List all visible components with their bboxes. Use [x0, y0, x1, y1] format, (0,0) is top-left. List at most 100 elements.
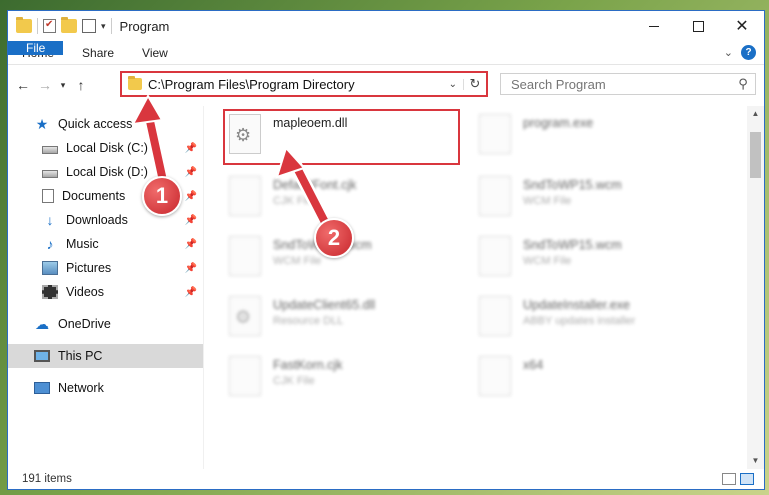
- file-item[interactable]: FastKorn.cjk CJK File: [229, 356, 342, 396]
- file-icon: [479, 176, 511, 216]
- expand-ribbon-icon[interactable]: ⌄: [724, 46, 733, 59]
- file-type: WCM File: [523, 195, 572, 207]
- sidebar-item-label: This PC: [58, 349, 103, 363]
- tab-file[interactable]: File: [8, 41, 64, 55]
- vertical-scrollbar[interactable]: ▲ ▼: [747, 106, 764, 469]
- help-icon[interactable]: ?: [741, 45, 756, 60]
- folder-item-x64[interactable]: x64: [479, 356, 543, 396]
- scroll-thumb[interactable]: [750, 132, 761, 178]
- network-icon: [34, 382, 50, 394]
- main-content: ★ Quick access Local Disk (C:) 📌 Local D…: [8, 106, 764, 469]
- sidebar-item-music[interactable]: ♪ Music 📌: [8, 232, 203, 256]
- new-folder-icon[interactable]: [61, 17, 77, 33]
- scroll-up-icon[interactable]: ▲: [747, 106, 764, 122]
- sidebar-item-local-disk-c[interactable]: Local Disk (C:) 📌: [8, 136, 203, 160]
- sidebar-item-network[interactable]: Network: [8, 376, 203, 400]
- large-icons-view-icon[interactable]: [740, 473, 754, 485]
- ribbon-tabs: File Home Share View ⌄ ?: [8, 41, 764, 65]
- file-type: WCM File: [523, 255, 572, 267]
- file-item[interactable]: UpdateClient65.dll Resource DLL: [229, 296, 375, 336]
- view-switcher: [722, 473, 754, 485]
- pictures-icon: [42, 261, 58, 275]
- file-item-mapleoem[interactable]: mapleoem.dll: [229, 114, 347, 154]
- maximize-button[interactable]: [676, 11, 720, 41]
- pin-icon[interactable]: 📌: [185, 239, 197, 250]
- sidebar-item-label: Pictures: [66, 261, 112, 275]
- sidebar-item-this-pc[interactable]: This PC: [8, 344, 203, 368]
- forward-button[interactable]: →: [34, 77, 56, 93]
- sidebar-item-label: Local Disk (D:): [66, 165, 148, 179]
- close-button[interactable]: ✕: [720, 11, 764, 41]
- customize-icon[interactable]: [82, 19, 96, 33]
- sidebar-item-label: Network: [58, 381, 104, 395]
- tab-share[interactable]: Share: [68, 41, 128, 64]
- details-view-icon[interactable]: [722, 473, 736, 485]
- sidebar-item-label: Local Disk (C:): [66, 141, 148, 155]
- documents-icon: [42, 189, 54, 203]
- step-1-badge: 1: [142, 176, 182, 216]
- title-bar: ▾ Program ✕: [8, 11, 764, 41]
- up-button[interactable]: ↑: [70, 77, 92, 93]
- file-icon: [229, 176, 261, 216]
- recent-locations-icon[interactable]: ▾: [56, 80, 70, 91]
- scroll-down-icon[interactable]: ▼: [747, 453, 764, 469]
- file-type: WCM File: [273, 255, 322, 267]
- refresh-icon[interactable]: ↻: [464, 76, 486, 92]
- file-name: program.exe: [523, 116, 594, 130]
- sidebar-item-onedrive[interactable]: ☁ OneDrive: [8, 312, 203, 336]
- address-path[interactable]: C:\Program Files\Program Directory: [148, 77, 443, 92]
- tab-view[interactable]: View: [128, 41, 182, 64]
- sidebar-item-label: Documents: [62, 189, 126, 203]
- divider: [37, 18, 38, 34]
- file-name: UpdateClient65.dll: [273, 298, 376, 312]
- installer-icon: [479, 296, 511, 336]
- file-icon: [229, 236, 261, 276]
- pin-icon[interactable]: 📌: [185, 263, 197, 274]
- file-item-program-exe[interactable]: program.exe: [479, 114, 593, 154]
- pin-icon[interactable]: 📌: [185, 215, 197, 226]
- search-icon[interactable]: ⚲: [731, 76, 755, 92]
- file-item[interactable]: SndToWP15.wcm WCM File: [479, 176, 622, 216]
- folder-icon: [16, 17, 32, 33]
- pin-icon[interactable]: 📌: [185, 167, 197, 178]
- file-name: UpdateInstaller.exe: [523, 298, 631, 312]
- file-item[interactable]: UpdateInstaller.exe ABBY updates install…: [479, 296, 635, 336]
- pin-icon[interactable]: 📌: [185, 287, 197, 298]
- file-item[interactable]: DefaultFont.cjk CJK File: [229, 176, 356, 216]
- disk-icon: [42, 170, 58, 178]
- file-type: CJK File: [273, 375, 315, 387]
- sidebar-item-quick-access[interactable]: ★ Quick access: [8, 112, 203, 136]
- pin-icon[interactable]: 📌: [185, 143, 197, 154]
- file-name: SndToWP15.wcm: [523, 178, 622, 192]
- explorer-window: ▾ Program ✕ File Home Share View ⌄ ? ← →…: [7, 10, 765, 490]
- star-icon: ★: [35, 116, 49, 132]
- back-button[interactable]: ←: [12, 77, 34, 93]
- navigation-bar: ← → ▾ ↑ C:\Program Files\Program Directo…: [8, 65, 764, 105]
- search-input[interactable]: [511, 76, 731, 92]
- file-name: SndToWP15.wcm: [523, 238, 622, 252]
- dll-file-icon: [229, 114, 261, 154]
- address-dropdown-icon[interactable]: ⌄: [443, 78, 464, 90]
- minimize-button[interactable]: [632, 11, 676, 41]
- properties-check-icon[interactable]: [43, 19, 56, 33]
- window-controls: ✕: [632, 11, 764, 41]
- search-box[interactable]: ⚲: [500, 73, 756, 95]
- disk-icon: [42, 146, 58, 154]
- sidebar-item-videos[interactable]: Videos 📌: [8, 280, 203, 304]
- folder-icon: [128, 76, 142, 90]
- divider: [110, 18, 112, 34]
- download-icon: ↓: [46, 212, 54, 228]
- sidebar-item-label: Videos: [66, 285, 104, 299]
- step-2-badge: 2: [314, 218, 354, 258]
- sidebar-item-label: Downloads: [66, 213, 128, 227]
- pc-icon: [34, 350, 50, 362]
- sidebar-item-label: OneDrive: [58, 317, 111, 331]
- qat-dropdown-icon[interactable]: ▾: [101, 21, 106, 32]
- videos-icon: [42, 285, 58, 299]
- file-name: x64: [523, 358, 544, 372]
- pin-icon[interactable]: 📌: [185, 191, 197, 202]
- address-bar[interactable]: C:\Program Files\Program Directory ⌄ ↻: [120, 71, 488, 97]
- file-item[interactable]: SndToWP15.wcm WCM File: [479, 236, 622, 276]
- sidebar-item-pictures[interactable]: Pictures 📌: [8, 256, 203, 280]
